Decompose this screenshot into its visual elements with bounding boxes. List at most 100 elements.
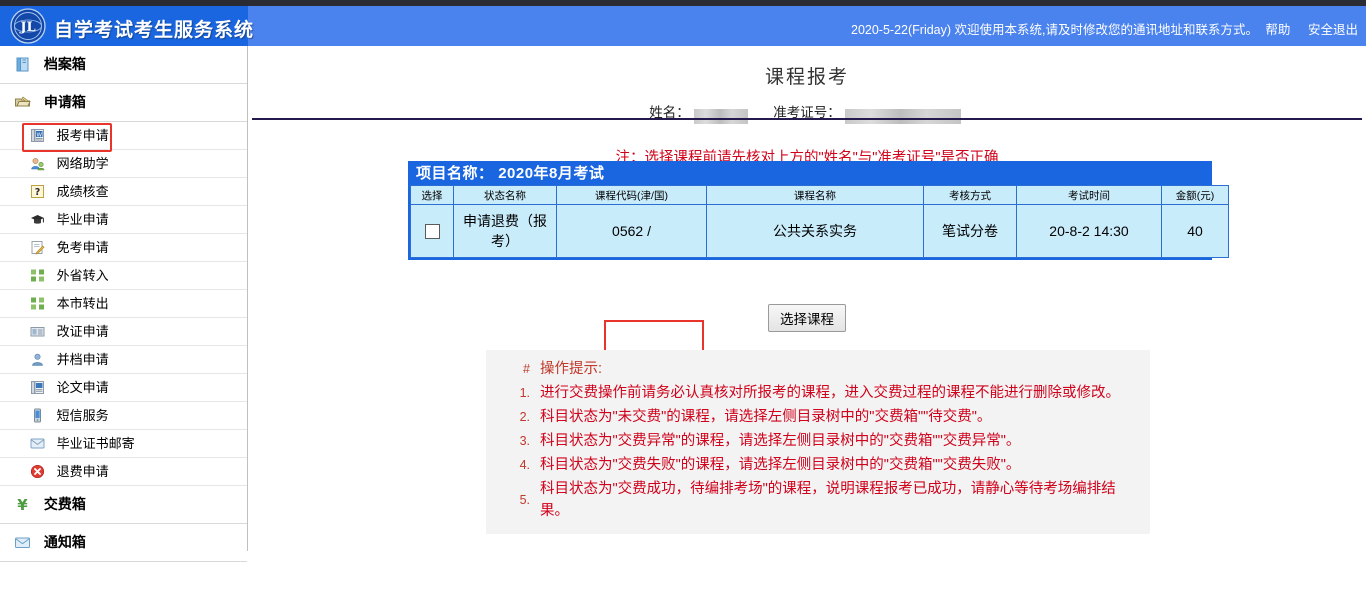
row-status: 申请退费（报考） (453, 204, 557, 258)
tip-item: 5. 科目状态为"交费成功，待编排考场"的课程，说明课程报考已成功，请静心等待考… (496, 478, 1140, 522)
svg-text:W: W (36, 132, 42, 138)
tip-text: 科目状态为"交费成功，待编排考场"的课程，说明课程报考已成功，请静心等待考场编排… (540, 481, 1116, 519)
tip-item: 4. 科目状态为"交费失败"的课程，请选择左侧目录树中的"交费箱""交费失败"。 (496, 454, 1140, 476)
student-identity-row: 姓名： 准考证号： (248, 101, 1366, 124)
tip-number: 2. (519, 410, 530, 424)
sidebar-item-refund[interactable]: 退费申请 (0, 458, 247, 486)
sidebar-group-notice[interactable]: 通知箱 (0, 524, 247, 562)
sidebar-item-label: 毕业申请 (56, 212, 109, 227)
sidebar-item-label: 报考申请 (56, 128, 109, 143)
sidebar-group-label: 申请箱 (43, 94, 86, 110)
graduation-cap-icon (30, 209, 45, 224)
courses-table-panel: 项目名称： 2020年8月考试 选择 状态名称 课程代码(津/国) 课程名称 考… (408, 161, 1229, 376)
header-welcome-text: 2020-5-22(Friday) 欢迎使用本系统,请及时修改您的通讯地址和联系… (851, 23, 1258, 37)
table-header-row: 选择 状态名称 课程代码(津/国) 课程名称 考核方式 考试时间 金额(元) (410, 185, 1229, 205)
page-root: JL 自学考试考生服务系统 2020-5-22(Friday) 欢迎使用本系统,… (0, 0, 1366, 604)
app-header: JL 自学考试考生服务系统 2020-5-22(Friday) 欢迎使用本系统,… (0, 6, 1366, 46)
select-course-button[interactable]: 选择课程 (768, 304, 846, 332)
svg-text:?: ? (35, 187, 41, 198)
row-exam-time: 20-8-2 14:30 (1016, 204, 1162, 258)
row-code: 0562 / (556, 204, 707, 258)
tip-number: 5. (519, 493, 530, 507)
tip-item: 3. 科目状态为"交费异常"的课程，请选择左侧目录树中的"交费箱""交费异常"。 (496, 430, 1140, 452)
row-amount: 40 (1161, 204, 1229, 258)
score-check-icon: ? (30, 181, 45, 198)
tip-text: 科目状态为"交费失败"的课程，请选择左侧目录树中的"交费箱""交费失败"。 (540, 457, 1021, 473)
row-course-name: 公共关系实务 (706, 204, 924, 258)
sidebar-item-label: 退费申请 (56, 464, 109, 479)
tip-item: 1. 进行交费操作前请务必认真核对所报考的课程，进入交费过程的课程不能进行删除或… (496, 382, 1140, 404)
sidebar-item-label: 改证申请 (56, 324, 109, 339)
payment-box-icon: ¥ (14, 490, 31, 514)
sidebar-item-exam-apply[interactable]: W 报考申请 (0, 122, 247, 152)
page-title: 课程报考 (764, 66, 849, 88)
th-status: 状态名称 (453, 185, 557, 205)
th-amount: 金额(元) (1161, 185, 1229, 205)
sidebar-item-transfer-out[interactable]: 本市转出 (0, 290, 247, 318)
project-name-label: 项目名称： (416, 165, 494, 182)
tip-text: 科目状态为"交费异常"的课程，请选择左侧目录树中的"交费箱""交费异常"。 (540, 433, 1021, 449)
tip-number: 3. (519, 434, 530, 448)
sidebar-item-label: 外省转入 (56, 268, 109, 283)
tip-number: 1. (519, 386, 530, 400)
sidebar-item-online-learning[interactable]: 网络助学 (0, 150, 247, 178)
sidebar-item-score-check[interactable]: ? 成绩核查 (0, 178, 247, 206)
tip-text: 科目状态为"未交费"的课程，请选择左侧目录树中的"交费箱""待交费"。 (540, 409, 992, 425)
row-checkbox[interactable] (424, 224, 440, 240)
sidebar-item-transfer-in[interactable]: 外省转入 (0, 262, 247, 290)
application-box-icon (14, 88, 31, 107)
exemption-icon (30, 237, 45, 255)
sidebar-item-graduation[interactable]: 毕业申请 (0, 206, 247, 234)
sidebar-group-label: 交费箱 (43, 496, 86, 512)
courses-table: 选择 状态名称 课程代码(津/国) 课程名称 考核方式 考试时间 金额(元) 申… (410, 185, 1229, 258)
sidebar-item-sms[interactable]: 短信服务 (0, 402, 247, 430)
online-learning-icon (30, 153, 45, 171)
th-code: 课程代码(津/国) (556, 185, 707, 205)
sidebar-item-exemption[interactable]: 免考申请 (0, 234, 247, 262)
sidebar-group-archive[interactable]: 档案箱 (0, 46, 247, 84)
svg-text:JL: JL (19, 20, 35, 35)
sidebar-item-label: 并档申请 (56, 352, 109, 367)
main-content: 课程报考 姓名： 准考证号： 注：选择课程前请先核对上方的"姓名"与"准考证号"… (248, 46, 1366, 604)
sidebar-item-label: 论文申请 (56, 380, 109, 395)
app-title: 自学考试考生服务系统 (54, 19, 255, 41)
tips-title-line: # 操作提示: (496, 358, 1140, 380)
tip-item: 2. 科目状态为"未交费"的课程，请选择左侧目录树中的"交费箱""待交费"。 (496, 406, 1140, 428)
header-links: 帮助 安全退出 (1251, 19, 1358, 38)
sidebar-item-mail-certificate[interactable]: 毕业证书邮寄 (0, 430, 247, 458)
th-exam-mode: 考核方式 (923, 185, 1017, 205)
sidebar-item-label: 成绩核查 (56, 184, 109, 199)
sidebar-item-label: 网络助学 (56, 156, 109, 171)
notice-box-icon (14, 528, 31, 548)
th-exam-time: 考试时间 (1016, 185, 1162, 205)
row-exam-mode: 笔试分卷 (923, 204, 1017, 258)
thesis-icon (30, 377, 45, 394)
sidebar-item-merge-file[interactable]: 并档申请 (0, 346, 247, 374)
transfer-out-icon (30, 293, 45, 310)
table-row: 申请退费（报考） 0562 / 公共关系实务 笔试分卷 20-8-2 14:30… (410, 204, 1229, 258)
sidebar-group-application[interactable]: 申请箱 (0, 84, 247, 122)
th-course-name: 课程名称 (706, 185, 924, 205)
sidebar-group-payment[interactable]: ¥ 交费箱 (0, 486, 247, 524)
name-value-redacted (693, 108, 748, 124)
sidebar-item-thesis[interactable]: 论文申请 (0, 374, 247, 402)
help-link[interactable]: 帮助 (1265, 23, 1290, 37)
sidebar-item-id-change[interactable]: 改证申请 (0, 318, 247, 346)
tips-panel: # 操作提示: 1. 进行交费操作前请务必认真核对所报考的课程，进入交费过程的课… (486, 350, 1150, 534)
svg-text:¥: ¥ (17, 496, 28, 513)
row-select-cell[interactable] (410, 204, 454, 258)
merge-file-icon (30, 349, 45, 366)
project-name-value: 2020年8月考试 (498, 165, 605, 182)
tips-marker: # (523, 362, 530, 376)
logout-link[interactable]: 安全退出 (1308, 23, 1358, 37)
transfer-in-icon (30, 265, 45, 282)
tip-number: 4. (519, 458, 530, 472)
sidebar-group-label: 档案箱 (43, 56, 86, 72)
sidebar-item-label: 短信服务 (56, 408, 109, 423)
site-logo-icon: JL (10, 8, 46, 44)
tip-text: 进行交费操作前请务必认真核对所报考的课程，进入交费过程的课程不能进行删除或修改。 (540, 385, 1120, 401)
mail-certificate-icon (30, 433, 45, 449)
ticket-value-redacted (844, 108, 961, 124)
sidebar-item-label: 本市转出 (56, 296, 109, 311)
sidebar-item-label: 免考申请 (56, 240, 109, 255)
